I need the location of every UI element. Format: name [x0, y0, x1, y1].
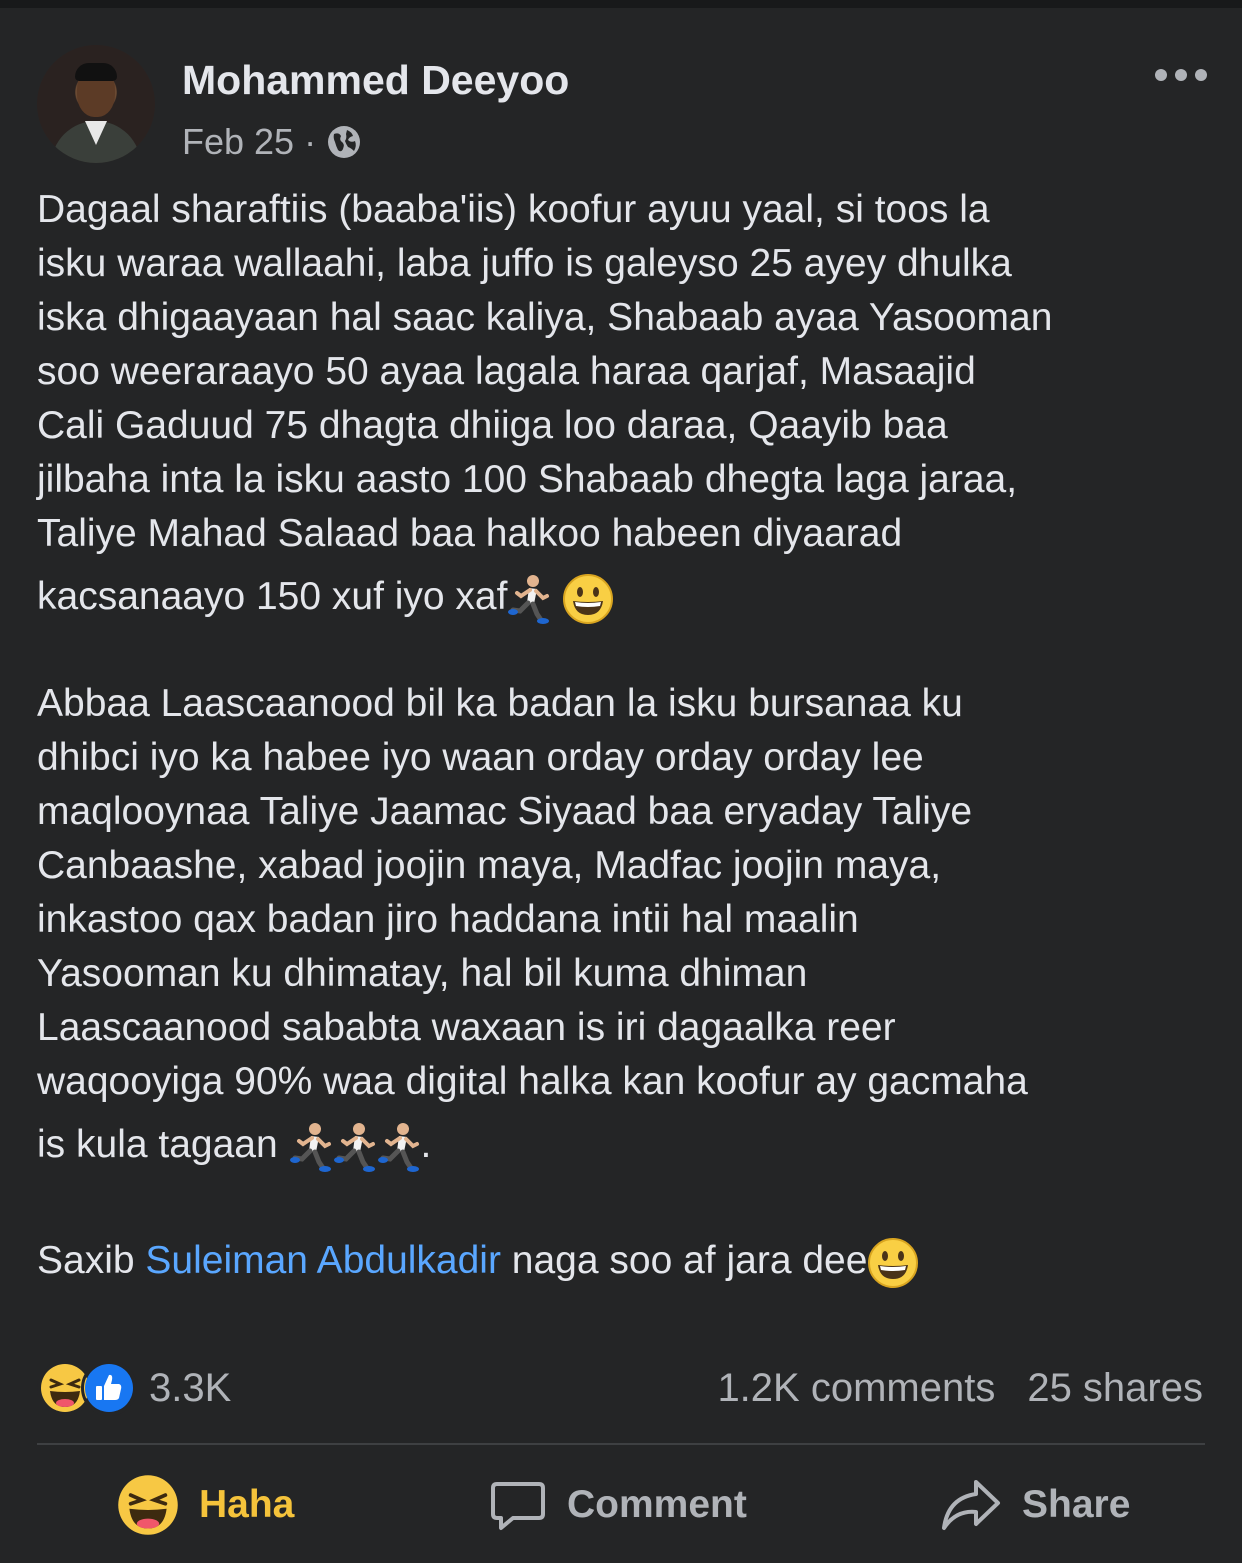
like-reaction-icon — [81, 1360, 137, 1416]
haha-label: Haha — [199, 1483, 295, 1526]
top-strip — [0, 0, 1242, 8]
text-line: is kula tagaan . — [37, 1109, 1217, 1181]
runner-emoji-icon — [377, 1122, 421, 1172]
more-options-icon[interactable] — [1155, 65, 1207, 85]
comment-label: Comment — [567, 1483, 747, 1526]
avatar[interactable] — [37, 45, 155, 163]
globe-icon — [328, 126, 361, 158]
mention-link[interactable]: Suleiman Abdulkadir — [145, 1239, 501, 1282]
text-line: Taliye Mahad Salaad baa halkoo habeen di… — [37, 512, 903, 555]
post-body: Dagaal sharaftiis (baaba'iis) koofur ayu… — [37, 183, 1217, 1297]
text-line: Saxib Suleiman Abdulkadir naga soo af ja… — [37, 1225, 1217, 1297]
post-stats: 3.3K 1.2K comments 25 shares — [37, 1360, 1203, 1416]
comment-icon — [491, 1482, 545, 1530]
reactions-summary[interactable]: 3.3K — [37, 1360, 231, 1416]
text-line: soo weeraraayo 50 ayaa lagala haraa qarj… — [37, 350, 976, 393]
text-line: Yasooman ku dhimatay, hal bil kuma dhima… — [37, 952, 808, 995]
text-line: Laascaanood sababta waxaan is iri dagaal… — [37, 1006, 896, 1049]
grinning-emoji-icon — [868, 1237, 919, 1288]
text-line: Abbaa Laascaanood bil ka badan la isku b… — [37, 682, 963, 725]
meta-separator: · — [304, 121, 317, 162]
grinning-emoji-icon — [563, 573, 614, 624]
post-header: Mohammed Deeyoo Feb 25 · — [37, 45, 1207, 165]
comment-button[interactable]: Comment — [489, 1465, 747, 1545]
post-date[interactable]: Feb 25 — [182, 121, 294, 163]
haha-button[interactable]: Haha — [117, 1465, 294, 1545]
shares-count[interactable]: 25 shares — [1027, 1366, 1203, 1411]
text-line: Cali Gaduud 75 dhagta dhiiga loo daraa, … — [37, 404, 948, 447]
reaction-count: 3.3K — [149, 1365, 232, 1410]
text-line: kacsanaayo 150 xuf iyo xaf — [37, 561, 1217, 633]
text-line: Dagaal sharaftiis (baaba'iis) koofur ayu… — [37, 188, 990, 231]
text-line: Canbaashe, xabad joojin maya, Madfac joo… — [37, 844, 942, 887]
text-line: iska dhigaayaan hal saac kaliya, Shabaab… — [37, 296, 1053, 339]
runner-emoji-icon — [507, 574, 551, 624]
share-button[interactable]: Share — [940, 1465, 1130, 1545]
text-line-end: . — [420, 1123, 432, 1166]
share-label: Share — [1022, 1483, 1131, 1526]
author-name[interactable]: Mohammed Deeyoo — [182, 57, 569, 104]
text-line: isku waraa wallaahi, laba juffo is galey… — [37, 242, 1012, 285]
text-line: dhibci iyo ka habee iyo waan orday orday… — [37, 736, 924, 779]
text-line-content: kacsanaayo 150 xuf iyo xaf — [37, 575, 508, 618]
text-line: inkastoo qax badan jiro haddana intii ha… — [37, 898, 859, 941]
runner-emoji-icon — [333, 1122, 377, 1172]
mention-prefix: Saxib — [37, 1239, 146, 1282]
runner-emoji-icon — [289, 1122, 333, 1172]
comments-count[interactable]: 1.2K comments — [717, 1366, 995, 1411]
mention-suffix: naga soo af jara dee — [500, 1239, 868, 1282]
divider — [37, 1443, 1205, 1445]
text-line: jilbaha inta la isku aasto 100 Shabaab d… — [37, 458, 1018, 501]
text-line: waqooyiga 90% waa digital halka kan koof… — [37, 1060, 1028, 1103]
post-meta: Feb 25 · — [182, 121, 362, 163]
action-bar: Haha Comment Share — [37, 1465, 1205, 1545]
engagement-counts: 1.2K comments 25 shares — [717, 1360, 1203, 1416]
text-line-content: is kula tagaan — [37, 1123, 278, 1166]
haha-icon — [118, 1475, 178, 1535]
share-icon — [942, 1480, 1000, 1530]
text-line: maqlooynaa Taliye Jaamac Siyaad baa erya… — [37, 790, 973, 833]
